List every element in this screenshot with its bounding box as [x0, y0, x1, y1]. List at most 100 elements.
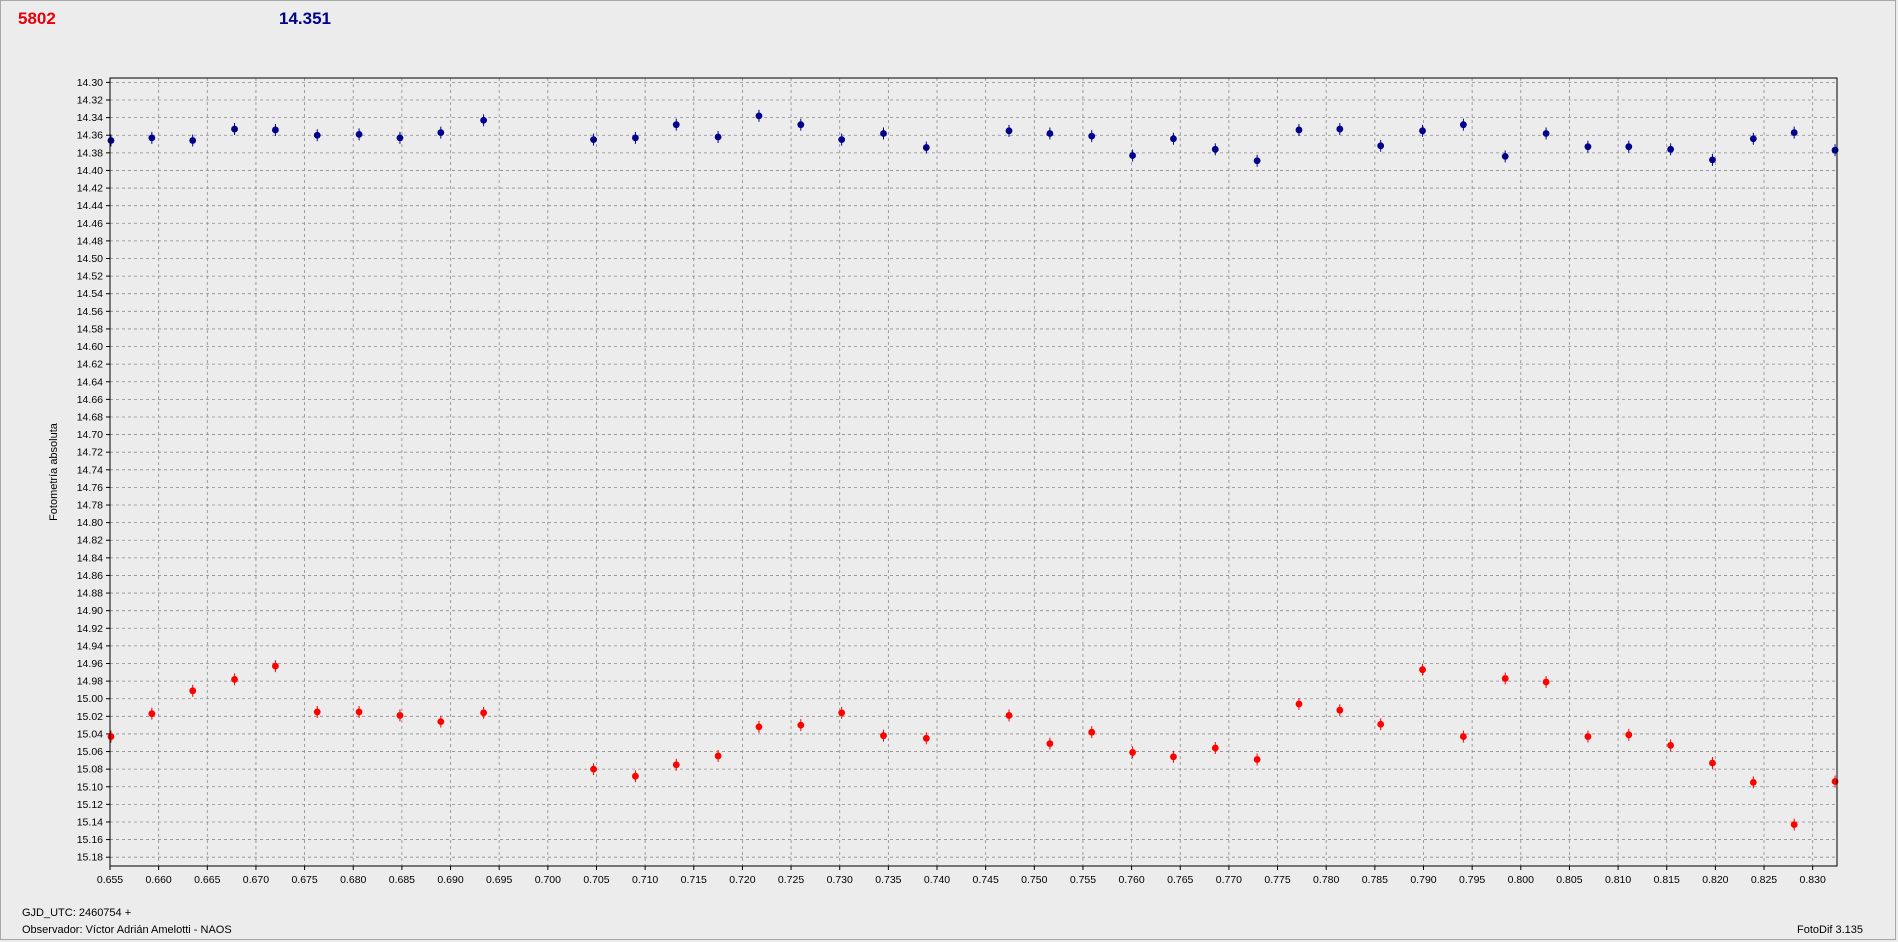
y-tick-label: 15.18: [77, 852, 103, 864]
y-tick-label: 15.14: [77, 816, 103, 828]
y-tick-label: 14.30: [77, 77, 103, 89]
y-tick-label: 14.48: [77, 235, 103, 247]
y-tick-label: 14.32: [77, 95, 103, 107]
x-tick-label: 0.825: [1751, 874, 1777, 886]
point-marker: [1667, 145, 1675, 153]
point-marker: [1005, 712, 1013, 719]
x-tick-label: 0.730: [827, 874, 853, 886]
point-marker: [1129, 152, 1136, 159]
x-tick-label: 0.775: [1264, 874, 1290, 886]
point-marker: [107, 733, 115, 740]
y-tick-label: 15.04: [77, 728, 103, 740]
point-marker: [922, 734, 930, 742]
point-marker: [189, 687, 197, 695]
point-marker: [1790, 129, 1798, 136]
x-tick-label: 0.700: [535, 874, 561, 886]
x-tick-label: 0.780: [1313, 874, 1339, 886]
point-marker: [1459, 121, 1467, 129]
point-marker: [1501, 152, 1509, 160]
point-marker: [631, 134, 639, 142]
point-marker: [355, 708, 363, 716]
x-tick-label: 0.655: [97, 874, 123, 886]
x-tick-label: 0.695: [486, 874, 512, 886]
photometry-chart: 14.30 14.32 14.34 14.36 14.38 14.40 14.42 14.44…: [48, 77, 1839, 886]
y-tick-label: 14.60: [77, 341, 103, 353]
y-tick-label: 14.90: [77, 605, 103, 617]
point-marker: [437, 718, 445, 726]
point-marker: [880, 732, 887, 740]
point-marker: [1170, 135, 1177, 143]
y-tick-label: 14.98: [77, 676, 103, 688]
x-tick-label: 0.665: [194, 874, 220, 886]
point-marker: [396, 712, 404, 719]
x-tick-label: 0.745: [973, 874, 999, 886]
y-tick-label: 14.68: [77, 411, 103, 423]
point-marker: [1709, 156, 1716, 164]
point-marker: [1542, 678, 1550, 686]
point-marker: [480, 709, 488, 717]
point-marker: [396, 134, 404, 142]
point-marker: [755, 723, 763, 731]
x-tick-label: 0.725: [778, 874, 804, 886]
point-marker: [1211, 145, 1219, 153]
point-marker: [313, 708, 321, 716]
y-axis-label: Fotometría absoluta: [48, 422, 60, 521]
y-tick-label: 14.52: [77, 271, 103, 283]
y-tick-label: 14.80: [77, 517, 103, 529]
point-marker: [1088, 132, 1096, 140]
point-marker: [1170, 753, 1177, 761]
point-marker: [1419, 666, 1426, 674]
point-marker: [755, 112, 763, 120]
point-marker: [272, 126, 279, 134]
y-tick-label: 14.44: [77, 200, 103, 212]
y-tick-label: 14.94: [77, 640, 103, 652]
x-axis-ticks: 0.655 0.660 0.665 0.670 0.675 0.680 0.685 0.690…: [97, 866, 1826, 886]
y-tick-label: 14.78: [77, 500, 103, 512]
x-tick-label: 0.740: [924, 874, 950, 886]
x-tick-label: 0.820: [1702, 874, 1728, 886]
x-tick-label: 0.785: [1362, 874, 1388, 886]
point-marker: [631, 772, 639, 780]
y-tick-label: 15.06: [77, 746, 103, 758]
y-tick-label: 14.70: [77, 429, 103, 441]
point-marker: [437, 129, 445, 136]
point-marker: [1542, 130, 1550, 137]
y-tick-label: 14.96: [77, 658, 103, 670]
x-tick-label: 0.805: [1556, 874, 1582, 886]
point-marker: [1709, 759, 1716, 767]
point-marker: [1336, 125, 1344, 133]
point-marker: [1625, 143, 1633, 151]
point-marker: [1419, 127, 1426, 135]
x-tick-label: 0.770: [1216, 874, 1242, 886]
point-marker: [189, 137, 197, 144]
x-tick-label: 0.755: [1070, 874, 1096, 886]
point-marker: [672, 761, 680, 769]
version-label: FotoDif 3.135: [1797, 924, 1864, 936]
y-tick-label: 15.08: [77, 764, 103, 776]
x-tick-label: 0.670: [243, 874, 269, 886]
y-tick-label: 14.34: [77, 112, 103, 124]
y-tick-label: 14.42: [77, 183, 103, 195]
point-marker: [1377, 142, 1385, 150]
observer-label: Observador: Víctor Adrián Amelotti - NAO…: [22, 924, 232, 936]
point-marker: [231, 125, 238, 133]
point-marker: [1005, 127, 1013, 135]
x-tick-label: 0.680: [340, 874, 366, 886]
y-tick-label: 15.16: [77, 834, 103, 846]
plot-area: [110, 78, 1837, 866]
point-marker: [880, 130, 887, 137]
y-tick-label: 14.64: [77, 376, 103, 388]
y-tick-label: 15.12: [77, 799, 103, 811]
point-marker: [1790, 821, 1798, 829]
y-tick-label: 14.54: [77, 288, 103, 300]
point-marker: [1295, 126, 1303, 134]
point-marker: [838, 136, 846, 144]
y-tick-label: 14.38: [77, 147, 103, 159]
point-marker: [1625, 731, 1633, 739]
y-tick-label: 14.74: [77, 464, 103, 476]
x-tick-label: 0.710: [632, 874, 658, 886]
y-tick-label: 14.76: [77, 482, 103, 494]
y-tick-label: 14.62: [77, 359, 103, 371]
point-marker: [590, 765, 597, 773]
x-tick-label: 0.675: [291, 874, 317, 886]
